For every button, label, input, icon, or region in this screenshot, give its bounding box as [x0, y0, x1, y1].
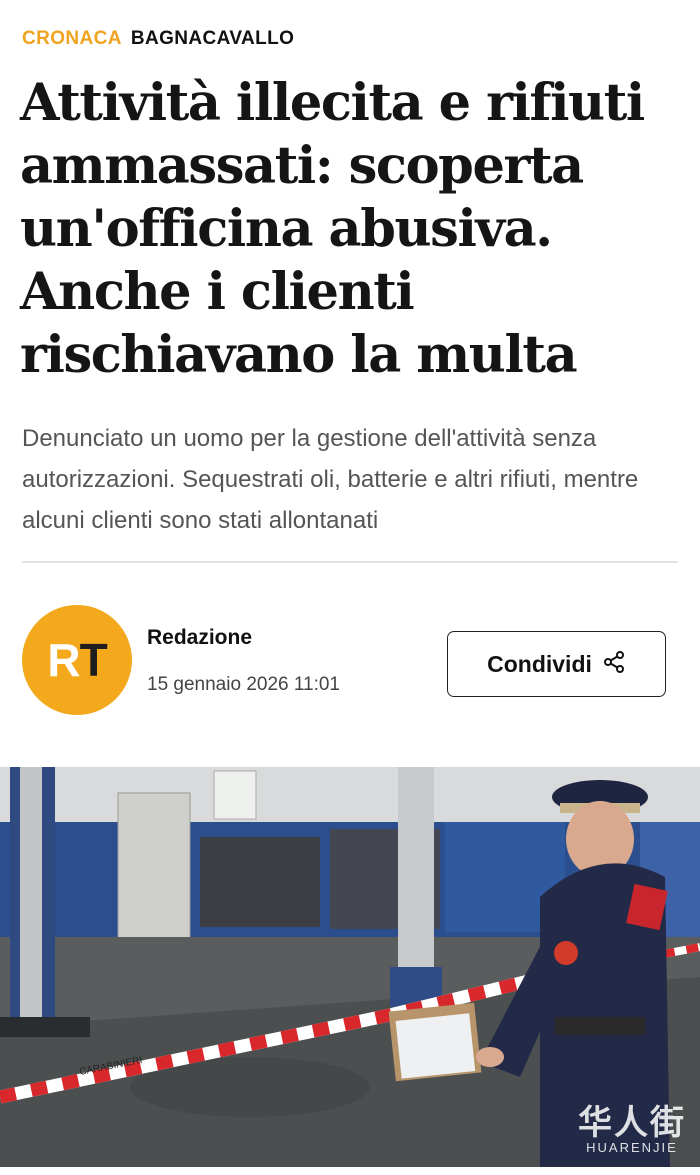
logo-letters: RT [47, 634, 108, 686]
publish-date: 15 gennaio 2026 11:01 [147, 674, 340, 695]
watermark-latin: HUARENJIE [586, 1140, 678, 1155]
article-kicker: CRONACA BAGNACAVALLO [22, 28, 294, 50]
watermark-logo: 华人街 [578, 1103, 686, 1143]
share-button[interactable]: Condividi [447, 631, 666, 697]
article-photo[interactable]: CARABINIERI 华人街 HUARENJIE [0, 767, 700, 1167]
watermark: 华人街 HUARENJIE [578, 1106, 686, 1155]
share-icon [602, 650, 626, 679]
article-headline: Attività illecita e rifiuti ammassati: s… [20, 73, 645, 385]
author-name[interactable]: Redazione [147, 626, 252, 650]
logo-letter-t: T [79, 634, 108, 686]
section-label[interactable]: CRONACA [22, 28, 121, 49]
place-label[interactable]: BAGNACAVALLO [131, 28, 294, 49]
share-button-label: Condividi [487, 650, 592, 677]
publisher-logo[interactable]: RT [22, 605, 132, 715]
article-summary: Denunciato un uomo per la gestione dell'… [22, 425, 639, 534]
logo-letter-r: R [47, 634, 80, 686]
divider [22, 561, 678, 563]
